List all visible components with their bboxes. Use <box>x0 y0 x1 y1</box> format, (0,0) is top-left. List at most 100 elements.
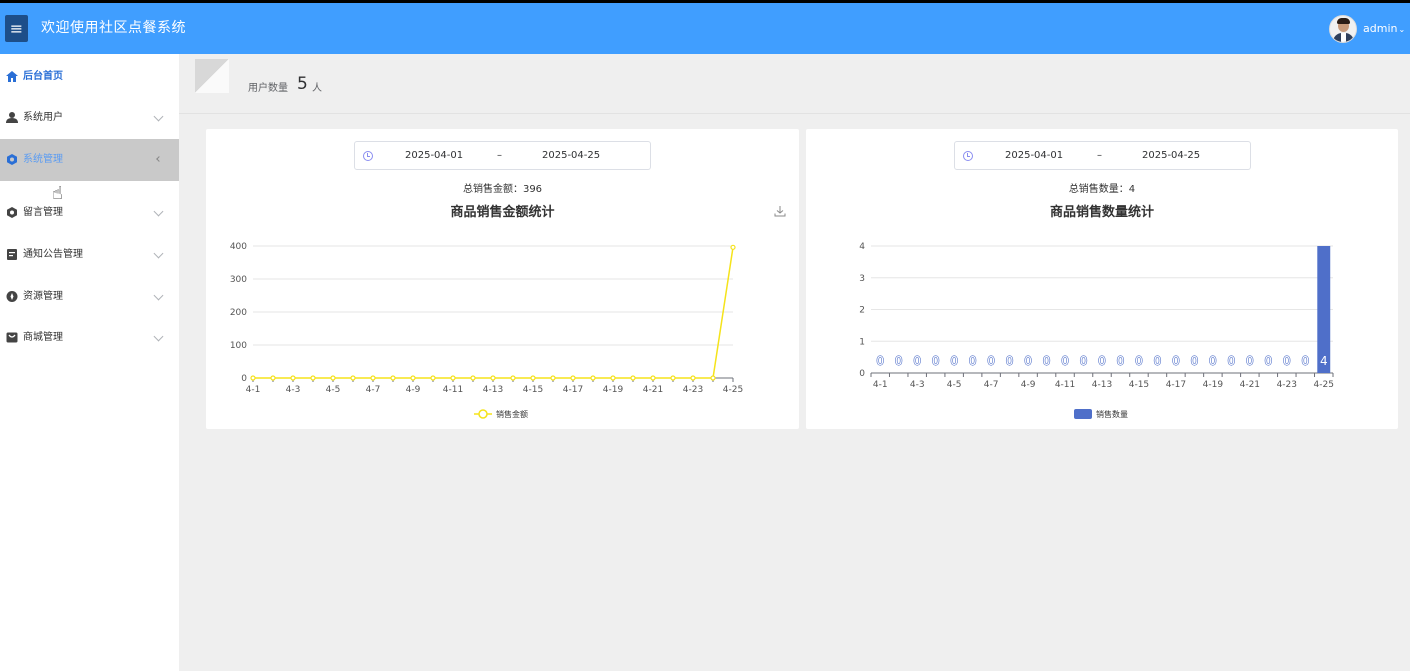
user-menu[interactable]: admin⌄ <box>1363 3 1405 54</box>
mall-icon <box>6 332 18 343</box>
user-icon <box>6 112 18 123</box>
home-icon <box>6 71 18 82</box>
sales-count-bar-chart: 0 1 2 3 4 4-1 4-3 4-5 4-7 4-9 4-11 4-13 4-15 4-17 4-19… <box>859 242 1334 419</box>
data-label: 0 <box>932 354 940 368</box>
data-point <box>430 375 436 381</box>
y-tick-label: 4 <box>859 242 865 252</box>
sidebar-item-label: 系统用户 <box>23 112 63 123</box>
sales-amount-card: 2025-04-01 – 2025-04-25 总销售金额：396 商品销售金额… <box>206 129 799 429</box>
data-label: 0 <box>913 354 921 368</box>
data-label: 0 <box>1043 354 1051 368</box>
user-count-label: 用户数量 <box>248 83 288 94</box>
data-point <box>690 375 696 381</box>
data-label: 0 <box>1191 354 1199 368</box>
data-point <box>530 375 536 381</box>
compass-icon <box>6 291 18 302</box>
data-point <box>310 375 316 381</box>
sidebar-item-label: 通知公告管理 <box>23 249 83 260</box>
hand-pointer-icon: ☝ <box>52 183 63 204</box>
x-tick-label: 4-13 <box>1092 380 1112 390</box>
sidebar-item-notices[interactable]: 通知公告管理 <box>0 234 179 276</box>
top-header: ≡ 欢迎使用社区点餐系统 admin⌄ <box>0 3 1410 54</box>
data-point <box>630 375 636 381</box>
data-point <box>370 375 376 381</box>
data-label: 0 <box>1228 354 1236 368</box>
x-tick-label: 4-21 <box>643 385 663 395</box>
data-label: 0 <box>1080 354 1088 368</box>
x-tick-label: 4-19 <box>1203 380 1224 390</box>
x-tick-label: 4-25 <box>723 385 743 395</box>
data-point <box>390 375 396 381</box>
sidebar-item-messages[interactable]: 留言管理 <box>0 192 179 234</box>
avatar[interactable] <box>1329 15 1357 43</box>
x-tick-label: 4-5 <box>947 380 962 390</box>
y-tick-label: 3 <box>859 274 865 284</box>
x-tick-label: 4-11 <box>443 385 463 395</box>
x-tick-label: 4-3 <box>286 385 301 395</box>
data-point <box>730 244 736 250</box>
x-tick-label: 4-19 <box>603 385 624 395</box>
x-tick-label: 4-13 <box>483 385 503 395</box>
data-label: 0 <box>1154 354 1162 368</box>
chevron-down-icon <box>153 331 164 342</box>
data-point <box>330 375 336 381</box>
chevron-down-icon <box>153 290 164 301</box>
data-label: 0 <box>1172 354 1180 368</box>
data-point <box>470 375 476 381</box>
chevron-down-icon <box>153 206 164 217</box>
sidebar-item-label: 商城管理 <box>23 332 63 343</box>
data-point <box>610 375 616 381</box>
y-tick-label: 400 <box>230 242 247 252</box>
x-tick-label: 4-17 <box>1166 380 1186 390</box>
x-tick-label: 4-5 <box>326 385 341 395</box>
user-count-image <box>195 59 229 93</box>
sidebar-item-label: 系统管理 <box>23 154 63 165</box>
x-tick-label: 4-9 <box>1021 380 1036 390</box>
data-point <box>450 375 456 381</box>
sidebar-item-home[interactable]: 后台首页 <box>0 56 179 98</box>
sidebar-item-system-users[interactable]: 系统用户 <box>0 97 179 139</box>
y-tick-label: 200 <box>230 308 247 318</box>
user-count-panel: 用户数量 5 人 <box>179 54 1410 114</box>
x-tick-label: 4-9 <box>406 385 421 395</box>
x-tick-label: 4-21 <box>1240 380 1260 390</box>
y-tick-label: 0 <box>859 369 865 379</box>
sidebar-item-resources[interactable]: 资源管理 <box>0 276 179 318</box>
legend-label: 销售数量 <box>1096 409 1128 419</box>
y-tick-label: 0 <box>241 374 247 384</box>
data-point <box>270 375 276 381</box>
data-label: 0 <box>1283 354 1291 368</box>
user-count-value: 5 <box>297 74 308 94</box>
data-point <box>510 375 516 381</box>
data-label: 4 <box>1320 354 1328 368</box>
data-label: 0 <box>876 354 884 368</box>
data-point <box>350 375 356 381</box>
sales-count-card: 2025-04-01 – 2025-04-25 总销售数量：4 商品销售数量统计… <box>806 129 1398 429</box>
x-tick-label: 4-11 <box>1055 380 1075 390</box>
chevron-up-icon <box>156 156 162 162</box>
y-tick-label: 300 <box>230 275 247 285</box>
data-label: 0 <box>1135 354 1143 368</box>
data-point <box>550 375 556 381</box>
sidebar-item-label: 资源管理 <box>23 291 63 302</box>
page: ≡ 欢迎使用社区点餐系统 admin⌄ 后台首页 系统用户 系统管理 留言管理 … <box>0 3 1410 671</box>
y-tick-label: 1 <box>859 337 865 347</box>
x-tick-label: 4-7 <box>366 385 381 395</box>
data-label: 0 <box>895 354 903 368</box>
sidebar-item-mall[interactable]: 商城管理 <box>0 317 179 359</box>
hamburger-icon[interactable]: ≡ <box>5 15 28 42</box>
legend-marker <box>1074 409 1092 419</box>
data-point <box>410 375 416 381</box>
data-point <box>650 375 656 381</box>
data-point <box>710 375 716 381</box>
settings-icon <box>7 207 17 218</box>
sidebar-item-label: 后台首页 <box>23 71 63 82</box>
sidebar-item-system-management[interactable]: 系统管理 <box>0 139 179 181</box>
sales-amount-line-chart: 0 100 200 300 400 4-1 4-3 4-5 4-7 4-9 4-11 4-13 4-15… <box>230 242 743 419</box>
x-tick-label: 4-1 <box>873 380 888 390</box>
username: admin <box>1363 22 1398 35</box>
x-tick-label: 4-17 <box>563 385 583 395</box>
data-label: 0 <box>1024 354 1032 368</box>
user-count-unit: 人 <box>312 83 322 94</box>
data-label: 0 <box>1061 354 1069 368</box>
